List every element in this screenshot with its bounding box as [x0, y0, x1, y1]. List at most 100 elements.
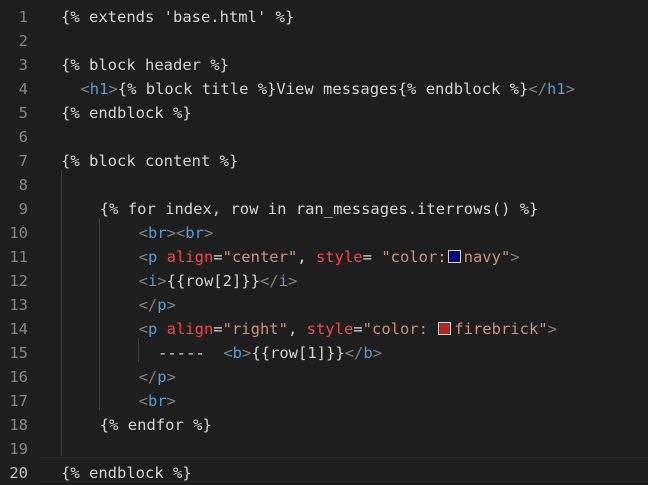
token-tag: p [157, 296, 167, 314]
token-text: = [362, 248, 382, 266]
token-punct: > [242, 344, 252, 362]
token-tag: b [363, 344, 373, 362]
token-punct: > [565, 80, 576, 98]
token-punct: > [166, 368, 176, 386]
token-punct: < [80, 80, 90, 98]
token-str: "color: [362, 320, 438, 338]
line-number: 20 [9, 464, 28, 482]
token-punct: </ [138, 368, 158, 386]
code-line[interactable]: 13 </p> [0, 293, 648, 317]
line-number: 16 [9, 368, 28, 386]
token-text: = [213, 248, 223, 266]
token-template: {% endblock %} [61, 464, 192, 482]
code-text: <p align="center", style= "color: navy"> [139, 245, 520, 269]
code-line[interactable]: 19 [0, 437, 648, 461]
token-attr: style [315, 248, 363, 266]
code-line[interactable]: 9 {% for index, row in ran_messages.iterr… [0, 197, 648, 221]
code-line[interactable]: 2 [0, 29, 648, 53]
code-line[interactable]: 1 {% extends 'base.html' %} [0, 5, 648, 29]
token-tag: i [147, 272, 158, 290]
token-tag: h1 [547, 80, 566, 98]
code-text: {% block content %} [61, 149, 238, 173]
line-number: 18 [9, 416, 28, 434]
line-number: 13 [9, 296, 28, 314]
color-swatch-icon[interactable] [438, 322, 452, 335]
line-number: 11 [9, 248, 28, 266]
token-tag: i [278, 272, 288, 290]
code-line[interactable]: 20 {% endblock %} [0, 461, 648, 485]
token-punct: < [138, 248, 148, 266]
line-number: 1 [18, 8, 28, 26]
code-line[interactable]: 4 <h1>{% block title %}View messages{% en… [0, 77, 648, 101]
token-str: firebrick" [454, 320, 548, 338]
token-tag: br [147, 224, 167, 242]
code-text: {% endblock %} [61, 101, 192, 125]
code-line[interactable]: 6 [0, 125, 648, 149]
token-attr: align [166, 248, 214, 266]
code-line[interactable]: 18 {% endfor %} [0, 413, 648, 437]
code-text: <h1>{% block title %}View messages{% end… [80, 77, 575, 101]
token-punct: </ [344, 344, 364, 362]
token-punct: > [166, 392, 176, 410]
code-line[interactable]: 17 <br> [0, 389, 648, 413]
token-attr: style [306, 320, 354, 338]
token-tag: br [185, 224, 204, 242]
token-text: {{row[1]}} [251, 344, 345, 362]
code-text: {% extends 'base.html' %} [61, 5, 294, 29]
code-line[interactable]: 7 {% block content %} [0, 149, 648, 173]
color-swatch-icon[interactable] [447, 250, 461, 263]
code-line[interactable]: 16 </p> [0, 365, 648, 389]
code-text: <br> [139, 389, 176, 413]
code-line[interactable]: 11 <p align="center", style= "color: navy"… [0, 245, 648, 269]
token-punct: > [166, 296, 176, 314]
token-text: = [213, 320, 223, 338]
code-line[interactable]: 14 <p align="right", style="color: firebr… [0, 317, 648, 341]
token-punct: < [223, 344, 233, 362]
code-text: {% endfor %} [100, 413, 212, 437]
code-line[interactable]: 3 {% block header %} [0, 53, 648, 77]
line-number: 15 [9, 344, 28, 362]
token-template: {% for index, row in ran_messages.iterro… [99, 200, 539, 218]
code-text: {% block header %} [61, 53, 229, 77]
token-text: ----- [158, 344, 224, 362]
line-number: 2 [18, 32, 28, 50]
line-number: 14 [9, 320, 28, 338]
code-line[interactable]: 15 ----- <b>{{row[1]}}</b> [0, 341, 648, 365]
token-template: {% block header %} [61, 56, 229, 74]
code-line[interactable]: 5 {% endblock %} [0, 101, 648, 125]
token-punct: < [138, 272, 148, 290]
token-template: {% block content %} [61, 152, 239, 170]
code-line[interactable]: 10 <br><br> [0, 221, 648, 245]
code-text: <p align="right", style="color: firebric… [139, 317, 557, 341]
token-punct: >< [166, 224, 186, 242]
token-punct: > [287, 272, 298, 290]
token-punct: > [108, 80, 118, 98]
token-punct: </ [528, 80, 548, 98]
code-text: {% endblock %} [61, 461, 192, 485]
line-number: 3 [18, 56, 28, 74]
token-punct: </ [259, 272, 279, 290]
token-punct: > [547, 320, 557, 338]
token-template: {% endblock %} [61, 104, 192, 122]
code-editor[interactable]: 1 {% extends 'base.html' %} 2 3 {% block hea… [0, 0, 648, 482]
token-text: {{row[2]}} [166, 272, 260, 290]
line-number: 7 [18, 152, 28, 170]
line-number: 10 [9, 224, 28, 242]
code-line[interactable]: 12 <i>{{row[2]}}</i> [0, 269, 648, 293]
token-text: , [287, 320, 307, 338]
code-line[interactable]: 8 [0, 173, 648, 197]
token-tag: b [232, 344, 243, 362]
line-number: 4 [18, 80, 28, 98]
token-punct: > [203, 224, 214, 242]
code-text: {% for index, row in ran_messages.iterro… [100, 197, 539, 221]
token-template: {% extends 'base.html' %} [61, 8, 295, 26]
token-tag: br [147, 392, 167, 410]
token-tag: h1 [89, 80, 109, 98]
line-number: 12 [9, 272, 28, 290]
token-punct: > [510, 248, 520, 266]
line-number: 9 [18, 200, 28, 218]
line-number: 5 [18, 104, 28, 122]
token-str: "right" [222, 320, 288, 338]
